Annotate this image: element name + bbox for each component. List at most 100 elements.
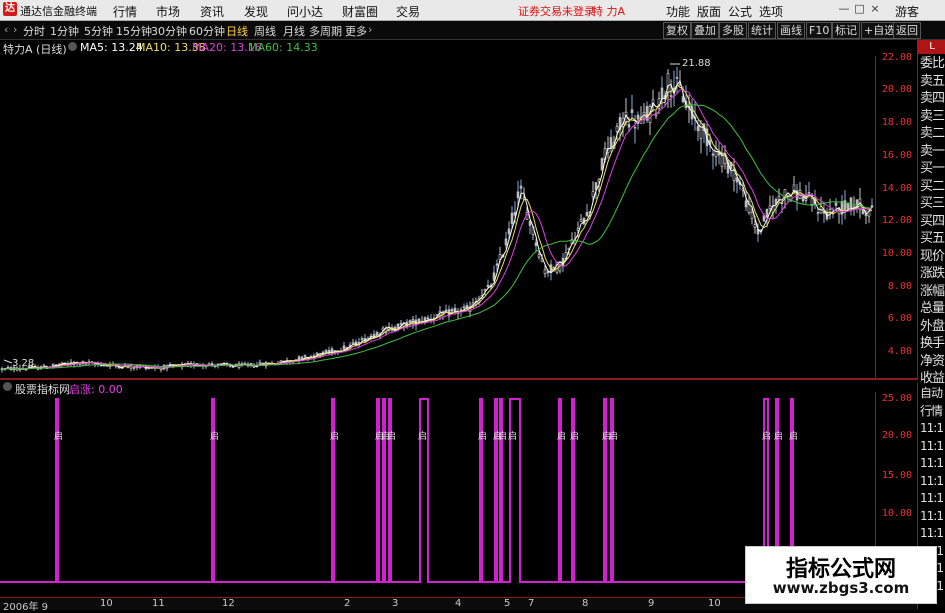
indicator-tick: 10.00 <box>881 508 912 519</box>
ma10-line <box>1 83 873 371</box>
menu-item-trade[interactable]: 交易 <box>396 3 420 20</box>
quote-panel: L 委比 卖五 卖四 卖三 卖二 卖一 买一 买二 买三 买四 买五 现价 涨跌 涨幅 总量 外盘 换手 净资 收益 <box>917 40 945 386</box>
quote-field-label: 卖五 <box>920 73 945 89</box>
candle-body <box>585 211 589 217</box>
candle-body <box>660 87 664 100</box>
price-tick: 10.00 <box>881 248 912 259</box>
menu-item-market[interactable]: 市场 <box>156 3 180 20</box>
tab-weekly[interactable]: 周线 <box>254 23 276 39</box>
minimize-icon[interactable]: — <box>838 2 850 15</box>
draw-line-button[interactable]: 画线 <box>777 22 805 39</box>
tab-30min[interactable]: 30分钟 <box>151 23 187 39</box>
return-button[interactable]: 返回 <box>893 22 921 39</box>
candle-body <box>315 352 319 355</box>
tick-time-label: 11:1 <box>920 508 944 523</box>
candle-body <box>843 200 847 211</box>
date-label: 11 <box>152 598 165 609</box>
high-price-label: 21.88 <box>682 58 711 69</box>
signal-mark: 启 <box>774 430 783 442</box>
signal-mark: 启 <box>508 430 517 442</box>
candle-body <box>444 309 448 312</box>
price-tick: 20.00 <box>881 84 912 95</box>
pane-divider[interactable] <box>0 378 917 380</box>
tab-more[interactable]: 更多 <box>345 23 367 39</box>
tab-daily[interactable]: 日线 <box>226 23 248 39</box>
candle-body <box>303 355 307 357</box>
tab-1min[interactable]: 1分钟 <box>50 23 79 39</box>
candle-body <box>132 367 136 369</box>
tool-formula[interactable]: 公式 <box>728 3 752 20</box>
date-label: 2006年 9 <box>3 602 48 613</box>
tool-function[interactable]: 功能 <box>666 3 690 20</box>
mark-button[interactable]: 标记 <box>832 22 860 39</box>
candle-body <box>522 197 526 200</box>
tab-monthly[interactable]: 月线 <box>283 23 305 39</box>
quote-field-label: 买一 <box>920 161 945 176</box>
date-label: 10 <box>100 598 113 609</box>
login-status[interactable]: 证券交易未登录 <box>518 3 595 19</box>
settings-dot-icon[interactable] <box>68 42 77 51</box>
candle-body <box>615 126 619 132</box>
quote-field-label: 卖二 <box>920 126 945 141</box>
indicator-tick: 25.00 <box>881 393 912 404</box>
quote-field-label: 委比 <box>920 56 945 71</box>
close-icon[interactable]: × <box>869 2 881 15</box>
auto-quote-label: 行情 <box>920 403 943 418</box>
ma5-label: MA5: 13.24 <box>80 41 143 54</box>
tool-layout[interactable]: 版面 <box>697 3 721 20</box>
quote-field-label: 卖一 <box>920 143 945 159</box>
price-tick: 12.00 <box>881 215 912 226</box>
maximize-icon[interactable]: □ <box>854 2 866 15</box>
quote-field-label: 净资 <box>920 353 945 369</box>
indicator-tick: 15.00 <box>881 470 912 481</box>
panel-collapse-tab[interactable]: L <box>918 40 945 54</box>
quote-field-label: 买五 <box>920 231 945 246</box>
candle-body <box>579 219 583 222</box>
indicator-settings-icon[interactable] <box>3 382 12 391</box>
statistics-button[interactable]: 统计 <box>748 22 776 39</box>
multi-stock-button[interactable]: 多股 <box>719 22 747 39</box>
f10-button[interactable]: F10 <box>806 22 833 39</box>
candle-body <box>504 238 508 246</box>
candle-body <box>327 350 331 352</box>
tab-intraday[interactable]: 分时 <box>23 23 45 39</box>
signal-mark: 启 <box>330 430 339 442</box>
menu-item-news[interactable]: 资讯 <box>200 3 224 20</box>
chart-title: 特力A (日线) <box>3 43 67 56</box>
tab-60min[interactable]: 60分钟 <box>189 23 225 39</box>
candle-body <box>636 114 640 120</box>
candle-body <box>546 271 550 274</box>
tab-15min[interactable]: 15分钟 <box>116 23 152 39</box>
menu-item-wealth[interactable]: 财富圈 <box>342 3 378 20</box>
indicator-tick: 20.00 <box>881 430 912 441</box>
menu-item-xiaoda[interactable]: 问小达 <box>287 3 323 20</box>
app-logo-icon: 达 <box>3 2 17 16</box>
tab-multi-period[interactable]: 多周期 <box>309 23 342 39</box>
quote-field-label: 买三 <box>920 196 945 211</box>
overlay-button[interactable]: 叠加 <box>691 22 719 39</box>
adjust-button[interactable]: 复权 <box>663 22 691 39</box>
menu-item-quotes[interactable]: 行情 <box>113 3 137 20</box>
tick-time-label: 11:1 <box>920 438 944 453</box>
candlestick-series <box>0 66 874 373</box>
menu-item-discover[interactable]: 发现 <box>244 3 268 20</box>
tool-options[interactable]: 选项 <box>759 3 783 20</box>
ma60-line <box>1 104 873 371</box>
candle-body <box>591 191 595 197</box>
candle-body <box>696 125 700 132</box>
price-chart[interactable]: 21.88 3.28 <box>0 56 876 378</box>
candle-body <box>510 212 514 224</box>
quote-field-label: 外盘 <box>920 318 945 334</box>
indicator-signal-line <box>0 398 875 583</box>
signal-mark: 启 <box>570 430 579 442</box>
quote-field-label: 卖三 <box>920 108 945 124</box>
stock-name-label: 特 力A <box>592 5 626 18</box>
back-arrow-icon[interactable]: ‹ <box>4 23 8 36</box>
candle-body <box>627 124 631 128</box>
tick-time-label: 11:1 <box>920 473 944 488</box>
candle-body <box>486 284 490 288</box>
guest-label[interactable]: 游客 <box>895 3 919 20</box>
tab-5min[interactable]: 5分钟 <box>84 23 113 39</box>
forward-arrow-icon[interactable]: › <box>13 23 17 36</box>
quote-field-label: 涨跌 <box>920 266 945 281</box>
